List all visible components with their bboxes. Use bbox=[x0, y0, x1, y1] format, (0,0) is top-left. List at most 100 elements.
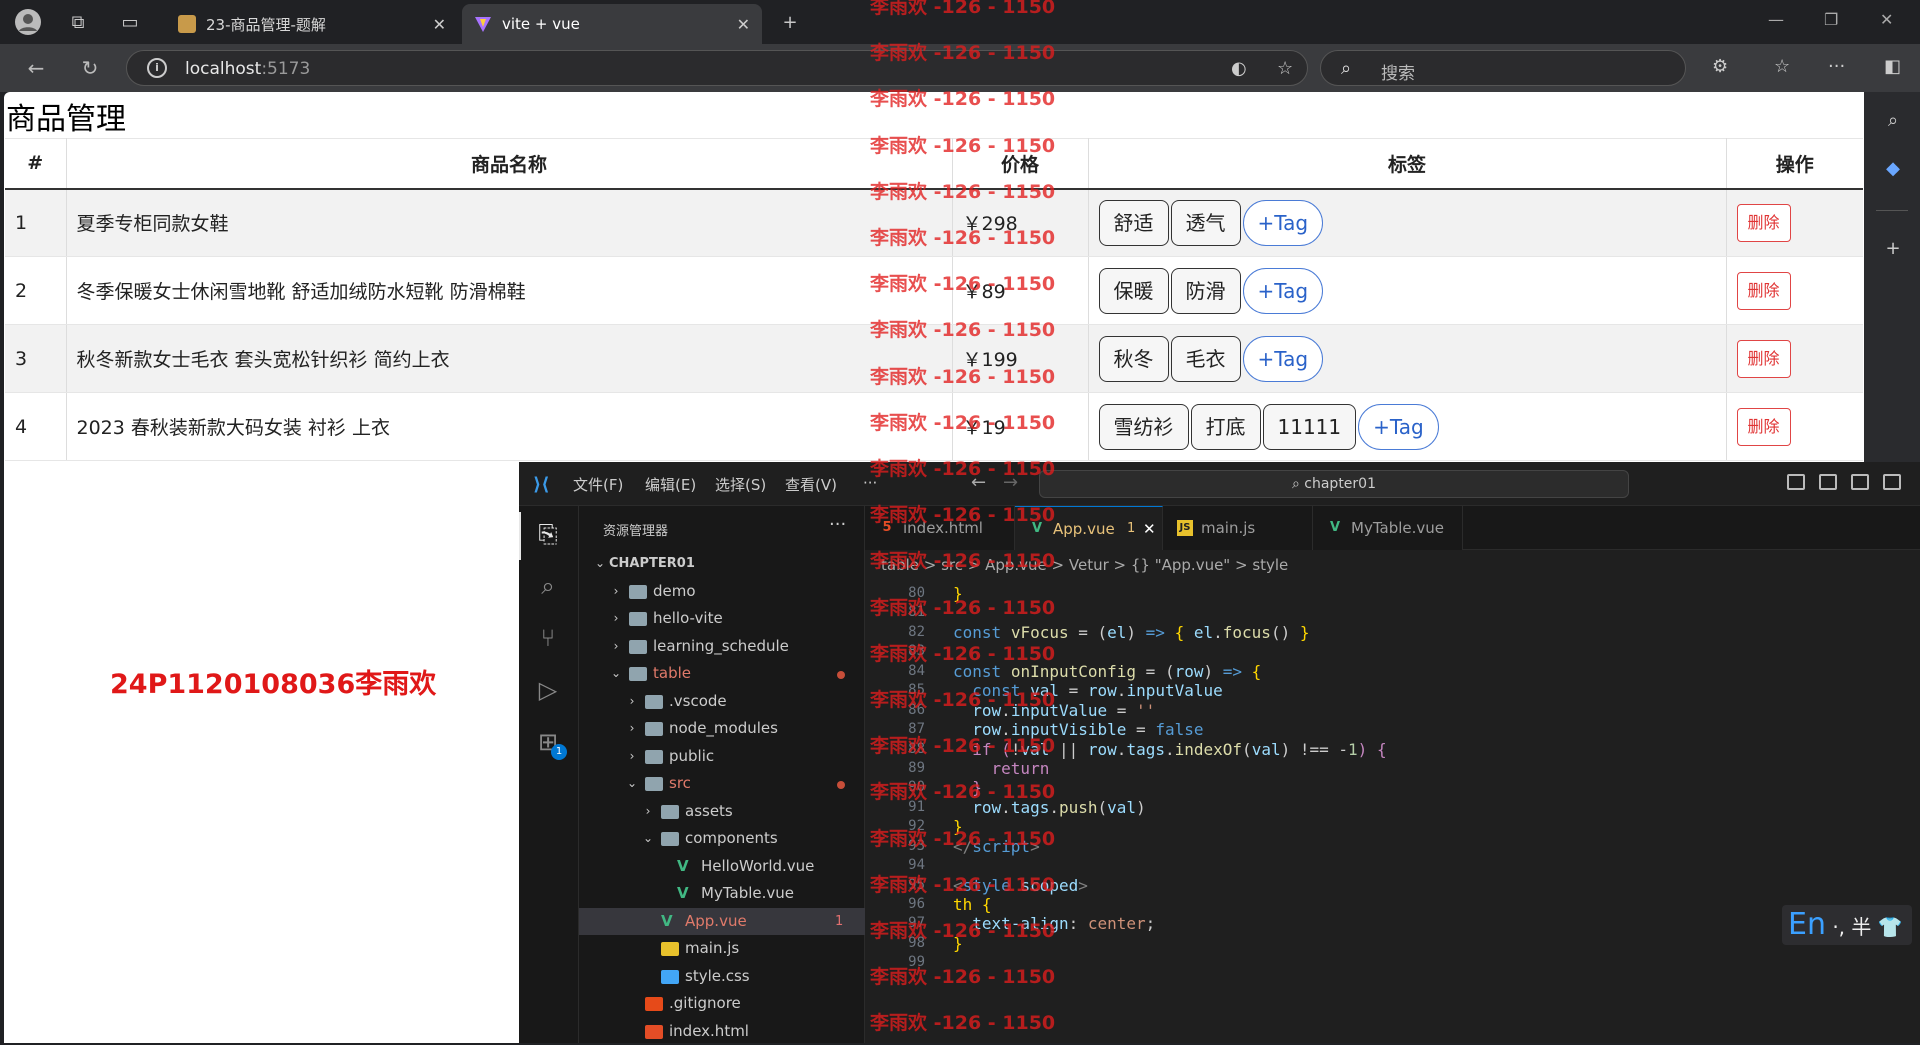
tree-folder[interactable]: ›.vscode bbox=[579, 688, 865, 716]
explorer-more-icon[interactable]: ··· bbox=[829, 514, 846, 535]
tab-goods-management[interactable]: 23-商品管理-题解 ✕ bbox=[166, 4, 458, 44]
tag-chip[interactable]: 透气 bbox=[1171, 200, 1241, 246]
add-tag-button[interactable]: +Tag bbox=[1243, 200, 1324, 246]
back-icon[interactable]: ← bbox=[22, 54, 50, 82]
nav-forward-icon[interactable]: → bbox=[1003, 472, 1018, 493]
explorer-icon[interactable]: ⎘ bbox=[533, 520, 563, 550]
menu-more[interactable]: ··· bbox=[863, 474, 877, 492]
code-editor[interactable]: 80}8182const vFocus = (el) => { el.focus… bbox=[865, 584, 1920, 973]
toggle-sidebar-icon[interactable] bbox=[1787, 474, 1805, 490]
chevron-right-icon: › bbox=[625, 688, 639, 716]
tree-folder[interactable]: ›demo bbox=[579, 578, 865, 606]
favorite-star-icon[interactable]: ☆ bbox=[1277, 58, 1293, 79]
workspaces-icon[interactable]: ⧉ bbox=[62, 6, 94, 38]
editor-tab-app-vue[interactable]: VApp.vue 1 ✕ bbox=[1015, 506, 1163, 550]
tag-chip[interactable]: 打底 bbox=[1191, 404, 1261, 450]
close-tab-icon[interactable]: ✕ bbox=[737, 15, 750, 34]
editor-tab-index-html[interactable]: 5index.html bbox=[865, 506, 1015, 550]
ime-indicator[interactable]: En ·, 半 👕 bbox=[1782, 905, 1912, 945]
delete-button[interactable]: 删除 bbox=[1737, 408, 1791, 446]
tree-file[interactable]: VApp.vue1 bbox=[579, 908, 865, 936]
tree-file[interactable]: main.js bbox=[579, 935, 865, 963]
code-text: } bbox=[953, 584, 963, 603]
browser-tab-bar: ⧉ ▭ 23-商品管理-题解 ✕ vite + vue ✕ + — ❐ ✕ bbox=[0, 0, 1920, 44]
breadcrumb[interactable]: table > src > App.vue > Vetur > {} "App.… bbox=[881, 556, 1288, 574]
side-shopping-tag-icon[interactable]: ◆ bbox=[1882, 158, 1904, 180]
chevron-right-icon: › bbox=[609, 578, 623, 606]
code-text: } bbox=[953, 934, 963, 953]
tab-vite-vue[interactable]: vite + vue ✕ bbox=[462, 4, 762, 44]
explorer-title: 资源管理器 bbox=[603, 520, 668, 539]
close-tab-icon[interactable]: ✕ bbox=[1143, 507, 1156, 551]
search-icon[interactable]: ⌕ bbox=[533, 572, 563, 602]
editor-tab-mytable-vue[interactable]: VMyTable.vue bbox=[1313, 506, 1463, 550]
run-debug-icon[interactable]: ▷ bbox=[533, 676, 563, 706]
editor-tab-main-js[interactable]: JSmain.js bbox=[1163, 506, 1313, 550]
tree-file[interactable]: VHelloWorld.vue bbox=[579, 853, 865, 881]
extensions-icon[interactable]: ⚙ bbox=[1712, 56, 1728, 77]
command-center[interactable]: ⌕ chapter01 bbox=[1039, 470, 1629, 498]
favorites-icon[interactable]: ☆ bbox=[1774, 56, 1790, 77]
tag-chip[interactable]: 秋冬 bbox=[1099, 336, 1169, 382]
vertical-tabs-icon[interactable]: ▭ bbox=[114, 6, 146, 38]
tree-folder[interactable]: ›assets bbox=[579, 798, 865, 826]
sidebar-toggle-icon[interactable]: ◧ bbox=[1884, 56, 1901, 77]
tree-folder[interactable]: ⌄table bbox=[579, 660, 865, 688]
close-window-icon[interactable]: ✕ bbox=[1880, 10, 1893, 29]
toggle-secondary-sidebar-icon[interactable] bbox=[1851, 474, 1869, 490]
url-bar[interactable]: i localhost:5173 ◐ ☆ bbox=[126, 50, 1308, 86]
code-text: } bbox=[953, 778, 982, 797]
translate-icon[interactable]: ◐ bbox=[1231, 58, 1247, 79]
tree-item-label: node_modules bbox=[669, 715, 778, 743]
add-tag-button[interactable]: +Tag bbox=[1243, 268, 1324, 314]
source-control-icon[interactable]: ⑂ bbox=[533, 624, 563, 654]
site-info-icon[interactable]: i bbox=[147, 58, 167, 78]
tree-item-label: HelloWorld.vue bbox=[701, 853, 814, 881]
tree-file[interactable]: VMyTable.vue bbox=[579, 880, 865, 908]
active-indicator bbox=[519, 512, 521, 560]
more-menu-icon[interactable]: ··· bbox=[1828, 56, 1845, 77]
customize-layout-icon[interactable] bbox=[1883, 474, 1901, 490]
tree-folder[interactable]: ⌄CHAPTER01 bbox=[579, 550, 865, 578]
code-line: 95<style scoped> bbox=[865, 876, 1920, 895]
delete-button[interactable]: 删除 bbox=[1737, 204, 1791, 242]
search-box[interactable]: ⌕ 搜索 bbox=[1320, 50, 1686, 86]
tree-folder[interactable]: ›hello-vite bbox=[579, 605, 865, 633]
tree-folder[interactable]: ›public bbox=[579, 743, 865, 771]
menu-view[interactable]: 查看(V) bbox=[785, 474, 837, 495]
tag-chip[interactable]: 舒适 bbox=[1099, 200, 1169, 246]
menu-edit[interactable]: 编辑(E) bbox=[645, 474, 696, 495]
toggle-panel-icon[interactable] bbox=[1819, 474, 1837, 490]
nav-back-icon[interactable]: ← bbox=[971, 472, 986, 493]
close-tab-icon[interactable]: ✕ bbox=[433, 15, 446, 34]
tag-chip[interactable]: 防滑 bbox=[1171, 268, 1241, 314]
add-tag-button[interactable]: +Tag bbox=[1358, 404, 1439, 450]
code-text: const vFocus = (el) => { el.focus() } bbox=[953, 623, 1309, 642]
reload-icon[interactable]: ↻ bbox=[76, 54, 104, 82]
tree-folder[interactable]: ⌄src bbox=[579, 770, 865, 798]
tree-folder[interactable]: ›node_modules bbox=[579, 715, 865, 743]
html-icon bbox=[645, 1025, 663, 1039]
tag-chip[interactable]: 保暖 bbox=[1099, 268, 1169, 314]
tag-chip[interactable]: 雪纺衫 bbox=[1099, 404, 1189, 450]
tree-folder[interactable]: ⌄components bbox=[579, 825, 865, 853]
menu-file[interactable]: 文件(F) bbox=[573, 474, 623, 495]
side-search-icon[interactable]: ⌕ bbox=[1882, 110, 1904, 132]
add-tag-button[interactable]: +Tag bbox=[1243, 336, 1324, 382]
minimize-icon[interactable]: — bbox=[1768, 10, 1784, 29]
new-tab-icon[interactable]: + bbox=[774, 6, 806, 38]
tree-folder[interactable]: ›learning_schedule bbox=[579, 633, 865, 661]
tree-file[interactable]: index.html bbox=[579, 1018, 865, 1045]
row-index: 2 bbox=[5, 257, 66, 325]
side-add-icon[interactable]: + bbox=[1882, 238, 1904, 260]
tag-chip[interactable]: 毛衣 bbox=[1171, 336, 1241, 382]
code-line: 94 bbox=[865, 856, 1920, 875]
tree-file[interactable]: style.css bbox=[579, 963, 865, 991]
maximize-icon[interactable]: ❐ bbox=[1824, 10, 1838, 29]
profile-icon[interactable] bbox=[12, 6, 44, 38]
delete-button[interactable]: 删除 bbox=[1737, 340, 1791, 378]
tree-file[interactable]: .gitignore bbox=[579, 990, 865, 1018]
tag-chip[interactable]: 11111 bbox=[1263, 404, 1357, 450]
menu-selection[interactable]: 选择(S) bbox=[715, 474, 766, 495]
delete-button[interactable]: 删除 bbox=[1737, 272, 1791, 310]
